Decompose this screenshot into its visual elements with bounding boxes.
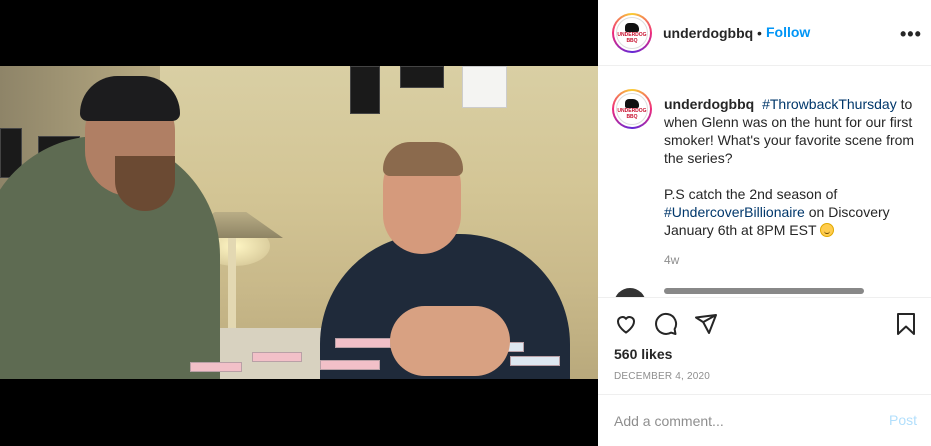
separator-dot: • (757, 25, 762, 41)
hashtag-link[interactable]: #ThrowbackThursday (762, 96, 897, 112)
wall-poster (400, 66, 444, 88)
dog-icon (625, 98, 639, 108)
caption-avatar[interactable]: UNDERDOG BBQ (612, 89, 652, 129)
add-comment-input[interactable] (614, 410, 864, 432)
post-actions: 560 likes DECEMBER 4, 2020 Post (598, 297, 931, 446)
post-date: DECEMBER 4, 2020 (614, 371, 711, 382)
sketch-paper (510, 356, 560, 366)
comments-section[interactable]: UNDERDOG BBQ underdogbbq #ThrowbackThurs… (598, 67, 931, 297)
baseball-cap (80, 76, 180, 121)
bookmark-icon[interactable] (894, 312, 922, 340)
dog-icon (625, 22, 639, 32)
more-options-icon[interactable]: ••• (900, 24, 922, 45)
post-header: UNDERDOG BBQ underdogbbq • Follow ••• (598, 0, 931, 66)
add-comment-row: Post (598, 394, 931, 446)
follow-button[interactable]: Follow (766, 24, 810, 40)
sketch-paper (252, 352, 302, 362)
commenter-avatar[interactable] (614, 288, 646, 297)
caption-text: P.S catch the 2nd season of (664, 186, 838, 202)
hashtag-link[interactable]: #UndercoverBillionaire (664, 204, 805, 220)
sketch-paper (190, 362, 242, 372)
smiling-face-emoji-icon (820, 223, 835, 237)
heart-icon[interactable] (614, 312, 642, 340)
underdog-bbq-logo: UNDERDOG BBQ (616, 93, 648, 125)
wall-poster (350, 66, 380, 114)
post-comment-button[interactable]: Post (889, 412, 917, 428)
comment-preview (664, 288, 864, 294)
underdog-bbq-logo: UNDERDOG BBQ (616, 17, 648, 49)
header-username[interactable]: underdogbbq (663, 25, 753, 41)
sketch-paper (335, 338, 391, 348)
share-icon[interactable] (694, 312, 722, 340)
video-frame (0, 66, 598, 379)
likes-count[interactable]: 560 likes (614, 346, 672, 362)
comment-icon[interactable] (654, 312, 682, 340)
profile-avatar[interactable]: UNDERDOG BBQ (612, 13, 652, 53)
post-caption: underdogbbq #ThrowbackThursday to when G… (664, 95, 919, 239)
caption-username[interactable]: underdogbbq (664, 96, 754, 112)
post-media[interactable] (0, 0, 598, 446)
wall-poster (462, 66, 507, 108)
sketch-paper (320, 360, 380, 370)
post-side-panel: UNDERDOG BBQ underdogbbq • Follow ••• UN… (598, 0, 931, 446)
hands (390, 306, 510, 376)
caption-age[interactable]: 4w (664, 253, 679, 267)
